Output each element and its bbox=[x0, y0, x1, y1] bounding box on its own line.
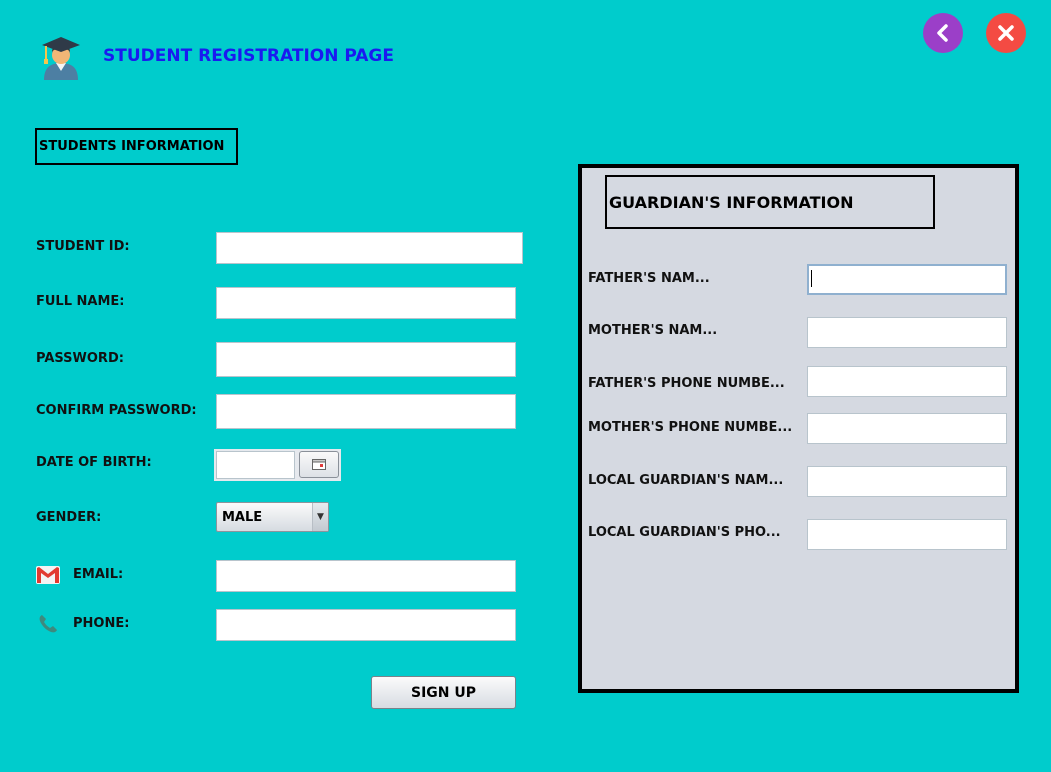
father-phone-input[interactable] bbox=[807, 366, 1007, 397]
password-label: PASSWORD: bbox=[36, 351, 124, 366]
local-guardian-phone-label: LOCAL GUARDIAN'S PHO... bbox=[588, 525, 781, 540]
local-guardian-name-input[interactable] bbox=[807, 466, 1007, 497]
full-name-input[interactable] bbox=[216, 287, 516, 319]
date-of-birth-label: DATE OF BIRTH: bbox=[36, 455, 152, 470]
student-id-input[interactable] bbox=[216, 232, 523, 264]
students-information-heading: STUDENTS INFORMATION bbox=[35, 128, 238, 165]
close-icon bbox=[998, 25, 1014, 41]
local-guardian-phone-input[interactable] bbox=[807, 519, 1007, 550]
mother-phone-input[interactable] bbox=[807, 413, 1007, 444]
back-button[interactable] bbox=[923, 13, 963, 53]
father-phone-label: FATHER'S PHONE NUMBE... bbox=[588, 376, 785, 391]
student-id-label: STUDENT ID: bbox=[36, 239, 130, 254]
gender-label: GENDER: bbox=[36, 510, 102, 525]
close-button[interactable] bbox=[986, 13, 1026, 53]
father-name-input[interactable] bbox=[807, 264, 1007, 295]
full-name-label: FULL NAME: bbox=[36, 294, 125, 309]
chevron-left-icon bbox=[937, 24, 948, 42]
sign-up-button[interactable]: SIGN UP bbox=[371, 676, 516, 709]
confirm-password-label: CONFIRM PASSWORD: bbox=[36, 403, 197, 418]
date-of-birth-input[interactable] bbox=[216, 451, 295, 479]
email-label: EMAIL: bbox=[73, 567, 124, 582]
father-name-label: FATHER'S NAM... bbox=[588, 271, 710, 286]
calendar-button[interactable] bbox=[299, 451, 339, 478]
page-title: STUDENT REGISTRATION PAGE bbox=[103, 46, 395, 66]
gender-selected-value: MALE bbox=[222, 509, 263, 525]
mother-name-input[interactable] bbox=[807, 317, 1007, 348]
mother-name-label: MOTHER'S NAM... bbox=[588, 323, 718, 338]
phone-icon bbox=[38, 614, 58, 638]
gmail-icon bbox=[36, 566, 60, 588]
chevron-down-icon: ▼ bbox=[312, 503, 328, 531]
phone-label: PHONE: bbox=[73, 616, 130, 631]
text-cursor bbox=[811, 270, 812, 287]
phone-input[interactable] bbox=[216, 609, 516, 641]
password-input[interactable] bbox=[216, 342, 516, 377]
email-input[interactable] bbox=[216, 560, 516, 592]
confirm-password-input[interactable] bbox=[216, 394, 516, 429]
guardians-information-heading: GUARDIAN'S INFORMATION bbox=[605, 175, 935, 229]
gender-select[interactable]: MALE ▼ bbox=[216, 502, 329, 532]
calendar-icon bbox=[312, 459, 326, 470]
mother-phone-label: MOTHER'S PHONE NUMBE... bbox=[588, 420, 793, 435]
student-graduate-icon bbox=[38, 34, 84, 80]
local-guardian-name-label: LOCAL GUARDIAN'S NAM... bbox=[588, 473, 784, 488]
